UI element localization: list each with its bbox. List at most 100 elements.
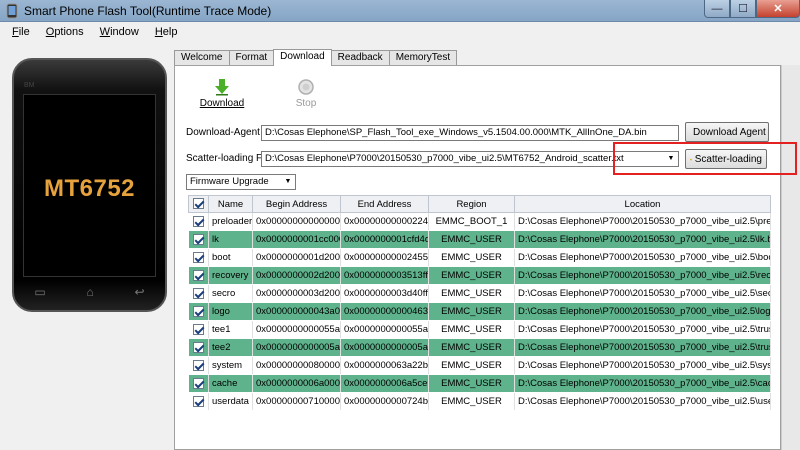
table-row[interactable]: secro 0x0000000003d20000 0x0000000003d40… [188, 284, 771, 303]
tab-welcome[interactable]: Welcome [174, 50, 230, 65]
menu-file[interactable]: File [4, 26, 38, 38]
row-checkbox[interactable] [188, 356, 209, 375]
phone-illustration: BM MT6752 ▭ ⌂ ↩ [12, 58, 167, 312]
row-checkbox[interactable] [188, 212, 209, 231]
tab-readback[interactable]: Readback [330, 50, 390, 65]
region: EMMC_USER [428, 374, 515, 393]
location[interactable]: D:\Cosas Elephone\P7000\20150530_p7000_v… [514, 212, 771, 231]
menu-key-icon: ▭ [34, 285, 46, 299]
location[interactable]: D:\Cosas Elephone\P7000\20150530_p7000_v… [514, 392, 771, 411]
end-address: 0x0000000000005aaa5ff [340, 338, 429, 357]
tab-format[interactable]: Format [228, 50, 275, 65]
end-address: 0x00000000002455fff [340, 248, 429, 267]
row-checkbox[interactable] [188, 284, 209, 303]
table-row[interactable]: system 0x0000000008000000 0x0000000063a2… [188, 356, 771, 375]
row-checkbox[interactable] [188, 302, 209, 321]
menu-help-label: elp [162, 25, 178, 38]
begin-address: 0x0000000008000000 [252, 356, 341, 375]
column-header-end-address[interactable]: End Address [340, 195, 429, 213]
menu-file-label: ile [18, 25, 30, 38]
download-label: Download [199, 98, 245, 109]
column-header-name[interactable]: Name [208, 195, 253, 213]
minimize-button[interactable]: — [704, 0, 730, 18]
checkbox-checked-icon [192, 269, 204, 281]
location[interactable]: D:\Cosas Elephone\P7000\20150530_p7000_v… [514, 302, 771, 321]
menu-window[interactable]: Window [92, 26, 147, 38]
location[interactable]: D:\Cosas Elephone\P7000\20150530_p7000_v… [514, 230, 771, 249]
row-checkbox[interactable] [188, 230, 209, 249]
menu-help-mnemonic: H [154, 25, 163, 38]
column-header-location[interactable]: Location [514, 195, 771, 213]
location[interactable]: D:\Cosas Elephone\P7000\20150530_p7000_v… [514, 356, 771, 375]
download-agent-button-label: Download Agent [693, 126, 766, 138]
checkbox-checked-icon [192, 377, 204, 389]
region: EMMC_USER [428, 248, 515, 267]
tab-memorytest[interactable]: MemoryTest [388, 50, 458, 65]
column-header-begin-address[interactable]: Begin Address [252, 195, 341, 213]
end-address: 0x0000000001cfd4df [340, 230, 429, 249]
mode-select[interactable]: Firmware Upgrade ▼ [186, 174, 296, 190]
begin-address: 0x000000000043a0000 [252, 302, 341, 321]
table-row[interactable]: recovery 0x0000000002d20000 0x0000000003… [188, 266, 771, 285]
checkbox-checked-icon [192, 395, 204, 407]
checkbox-checked-icon [192, 215, 204, 227]
select-all-checkbox[interactable] [188, 195, 209, 213]
table-row[interactable]: preloader 0x0000000000000000 0x000000000… [188, 212, 771, 231]
location[interactable]: D:\Cosas Elephone\P7000\20150530_p7000_v… [514, 374, 771, 393]
row-checkbox[interactable] [188, 374, 209, 393]
region: EMMC_USER [428, 392, 515, 411]
tab-download[interactable]: Download [273, 49, 332, 66]
stop-button[interactable]: Stop [284, 78, 328, 109]
region: EMMC_USER [428, 266, 515, 285]
table-row[interactable]: logo 0x000000000043a0000 0x0000000000046… [188, 302, 771, 321]
location[interactable]: D:\Cosas Elephone\P7000\20150530_p7000_v… [514, 338, 771, 357]
column-header-region[interactable]: Region [428, 195, 515, 213]
phone-brand: BM [24, 82, 35, 89]
region: EMMC_USER [428, 356, 515, 375]
maximize-button[interactable]: ☐ [730, 0, 756, 18]
menu-help[interactable]: Help [147, 26, 186, 38]
partition-name: secro [208, 284, 253, 303]
location[interactable]: D:\Cosas Elephone\P7000\20150530_p7000_v… [514, 320, 771, 339]
partition-name: system [208, 356, 253, 375]
checkbox-checked-icon [193, 198, 204, 210]
table-row[interactable]: userdata 0x0000000071000000 0x0000000000… [188, 392, 771, 411]
partition-name: recovery [208, 266, 253, 285]
end-address: 0x0000000063a22b03 [340, 356, 429, 375]
download-agent-field[interactable]: D:\Cosas Elephone\SP_Flash_Tool_exe_Wind… [261, 125, 679, 141]
begin-address: 0x0000000006a000000 [252, 374, 341, 393]
partition-name: lk [208, 230, 253, 249]
checkbox-checked-icon [192, 305, 204, 317]
table-row[interactable]: tee2 0x0000000000005aa0000 0x00000000000… [188, 338, 771, 357]
end-address: 0x0000000003513fff [340, 266, 429, 285]
close-button[interactable]: ✕ [756, 0, 800, 18]
mode-select-value: Firmware Upgrade [190, 176, 269, 187]
row-checkbox[interactable] [188, 248, 209, 267]
home-key-icon: ⌂ [86, 285, 94, 299]
download-agent-label: Download-Agent [186, 127, 260, 138]
location[interactable]: D:\Cosas Elephone\P7000\20150530_p7000_v… [514, 284, 771, 303]
download-agent-button[interactable]: Download Agent [685, 122, 769, 142]
phone-keys: ▭ ⌂ ↩ [14, 285, 165, 299]
location[interactable]: D:\Cosas Elephone\P7000\20150530_p7000_v… [514, 248, 771, 267]
begin-address: 0x0000000003d20000 [252, 284, 341, 303]
download-button[interactable]: Download [198, 78, 246, 109]
menu-options[interactable]: Options [38, 26, 92, 38]
table-row[interactable]: cache 0x0000000006a000000 0x0000000006a5… [188, 374, 771, 393]
row-checkbox[interactable] [188, 338, 209, 357]
row-checkbox[interactable] [188, 266, 209, 285]
table-row[interactable]: boot 0x0000000001d20000 0x00000000002455… [188, 248, 771, 267]
begin-address: 0x0000000000000000 [252, 212, 341, 231]
window-title: Smart Phone Flash Tool(Runtime Trace Mod… [24, 4, 272, 18]
end-address: 0x0000000000724ba22b [340, 392, 429, 411]
end-address: 0x00000000000463f1d1 [340, 302, 429, 321]
checkbox-checked-icon [192, 323, 204, 335]
chevron-down-icon[interactable]: ▼ [282, 176, 294, 188]
table-row[interactable]: tee1 0x0000000000055a0000 0x000000000005… [188, 320, 771, 339]
vertical-scrollbar[interactable] [781, 65, 800, 450]
partition-table: Name Begin Address End Address Region Lo… [188, 195, 771, 411]
table-row[interactable]: lk 0x0000000001cc0000 0x0000000001cfd4df… [188, 230, 771, 249]
row-checkbox[interactable] [188, 320, 209, 339]
location[interactable]: D:\Cosas Elephone\P7000\20150530_p7000_v… [514, 266, 771, 285]
row-checkbox[interactable] [188, 392, 209, 411]
